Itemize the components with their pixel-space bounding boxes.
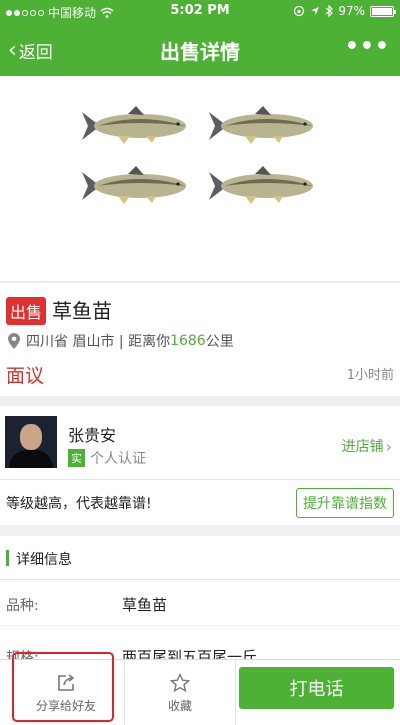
nav-bar: ‹ 返回 出售详情 ••• <box>0 22 400 76</box>
enter-shop-link[interactable]: 进店铺 › <box>342 436 392 456</box>
call-button[interactable]: 打电话 <box>239 667 394 709</box>
more-menu-button[interactable]: ••• <box>345 34 390 59</box>
credibility-row: 等级越高，代表越靠谱! 提升靠谱指数 <box>0 480 400 525</box>
detail-value: 草鱼苗 <box>122 596 168 614</box>
location-arrow-icon <box>311 7 320 15</box>
fish-image <box>209 106 313 144</box>
status-right: 97% <box>293 4 396 18</box>
distance-unit: 公里 <box>205 334 234 350</box>
location-line: 四川省 眉山市 | 距离你 1686 公里 <box>8 331 234 351</box>
verification-status: 实 个人认证 <box>68 448 146 468</box>
bottom-action-bar: 分享给好友 收藏 打电话 <box>0 652 400 725</box>
distance-value: 1686 <box>170 333 206 349</box>
battery-percent: 97% <box>338 4 365 18</box>
detail-key: 品种: <box>6 598 39 614</box>
section-accent-bar <box>6 550 9 566</box>
fish-image <box>82 166 186 204</box>
battery-icon <box>370 5 396 17</box>
seller-name: 张贵安 <box>68 426 117 445</box>
location-text: 四川省 眉山市 | 距离你 <box>26 334 171 350</box>
details-section: 详细信息 品种: 草鱼苗 规格: 两百尾到五百尾一斤 <box>0 536 400 678</box>
verified-badge: 实 <box>68 449 85 467</box>
seller-card[interactable]: 张贵安 实 个人认证 进店铺 › <box>0 406 400 480</box>
bluetooth-icon <box>325 5 334 17</box>
product-image[interactable] <box>0 76 400 282</box>
location-pin-icon <box>8 333 20 349</box>
fish-image <box>82 106 186 144</box>
listing-info: 出售 草鱼苗 四川省 眉山市 | 距离你 1686 公里 面议 1小时前 <box>0 283 400 396</box>
posted-time: 1小时前 <box>346 368 394 383</box>
favorite-button[interactable]: 收藏 <box>124 660 236 725</box>
price: 面议 <box>6 365 45 387</box>
detail-row: 品种: 草鱼苗 <box>0 582 400 626</box>
product-name: 草鱼苗 <box>52 299 112 323</box>
avatar <box>5 416 57 468</box>
sell-tag: 出售 <box>6 297 47 325</box>
favorite-label: 收藏 <box>167 698 192 713</box>
fish-image <box>209 166 313 204</box>
details-title: 详细信息 <box>16 552 72 568</box>
app-screen: 中国移动 5:02 PM 97% ‹ 返回 出售详情 ••• 出售 草鱼苗 四川… <box>0 0 400 725</box>
star-icon <box>170 672 190 692</box>
credibility-text: 等级越高，代表越靠谱! <box>6 496 152 512</box>
verification-label: 个人认证 <box>90 451 146 467</box>
details-header: 详细信息 <box>0 536 400 580</box>
status-bar: 中国移动 5:02 PM 97% <box>0 0 400 22</box>
share-highlight-box <box>12 652 114 722</box>
page-title: 出售详情 <box>160 40 240 64</box>
enter-shop-label: 进店铺 <box>341 439 384 455</box>
orientation-lock-icon <box>294 5 305 17</box>
chevron-right-icon: › <box>385 436 392 456</box>
improve-credibility-button[interactable]: 提升靠谱指数 <box>296 488 394 518</box>
top-bar: 中国移动 5:02 PM 97% ‹ 返回 出售详情 ••• <box>0 0 400 76</box>
